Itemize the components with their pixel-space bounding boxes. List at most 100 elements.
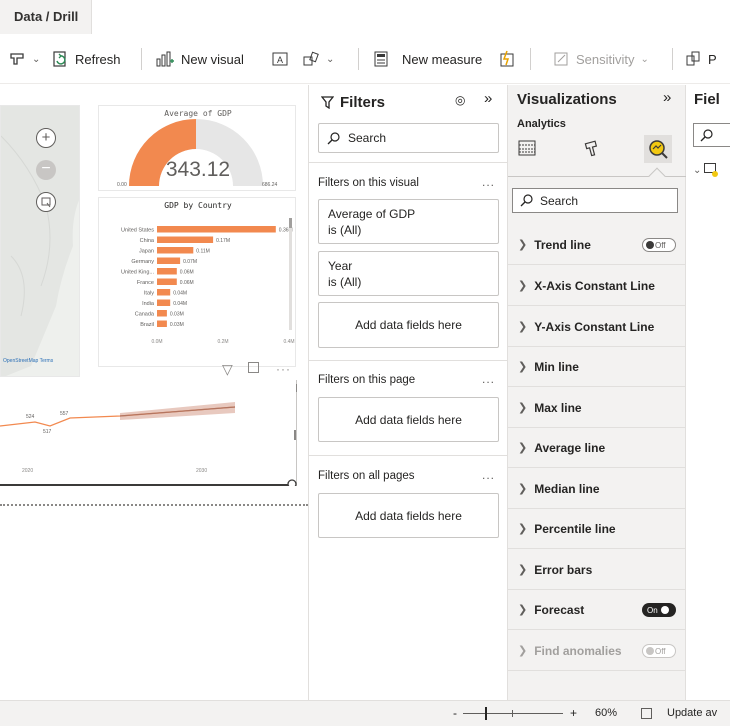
filters-on-page-label: Filters on this page [318, 374, 416, 386]
filter-visual-icon[interactable]: ▽ [222, 361, 233, 378]
format-visual-icon[interactable] [583, 139, 603, 159]
update-available-link[interactable]: Update av [667, 707, 717, 719]
chevron-right-icon: ❯ [518, 402, 528, 414]
average-line-row[interactable]: ❯ Average line [508, 428, 686, 468]
bar[interactable] [157, 289, 171, 296]
zoom-out-button[interactable]: − [36, 160, 56, 180]
add-fields-all-dropzone[interactable]: Add data fields here [318, 493, 499, 538]
fit-to-page-icon[interactable] [641, 708, 652, 719]
tab-bar: Data / Drill [0, 0, 730, 34]
bar-chart-visual[interactable]: GDP by Country United States 0.36M China 0.… [98, 197, 296, 367]
canvas-divider [0, 504, 308, 506]
refresh-icon [53, 51, 66, 67]
analytics-magnifier-icon [649, 140, 668, 159]
filters-search-input[interactable]: Search [318, 123, 499, 153]
refresh-button[interactable]: Refresh [51, 46, 121, 72]
filter-card-year[interactable]: Year is (All) [318, 251, 499, 296]
bar[interactable] [157, 278, 177, 286]
bar[interactable] [157, 257, 181, 265]
add-fields-label: Add data fields here [355, 508, 462, 523]
bar[interactable] [157, 310, 167, 317]
map-visual[interactable]: + − OpenStreetMap Terms [0, 105, 80, 377]
find-anomalies-toggle[interactable]: Off [642, 644, 676, 658]
more-options-icon[interactable]: ... [482, 175, 495, 189]
publish-label: P [708, 51, 717, 67]
bar[interactable] [157, 226, 276, 233]
bar[interactable] [157, 268, 177, 275]
add-fields-visual-dropzone[interactable]: Add data fields here [318, 302, 499, 348]
more-options-icon[interactable]: ... [482, 372, 495, 386]
forecast-row[interactable]: ❯ Forecast On [508, 590, 686, 630]
chevron-right-icon: ❯ [518, 483, 528, 495]
new-visual-icon [156, 51, 174, 67]
gauge-visual[interactable]: Average of GDP 343.12 0.00 686.24 [98, 105, 296, 191]
chevron-right-icon: ❯ [518, 604, 528, 616]
calculator-icon [374, 51, 388, 67]
chevron-down-icon: ⌄ [640, 53, 649, 65]
publish-button[interactable]: P [684, 46, 717, 72]
focus-mode-icon[interactable] [248, 362, 259, 373]
x-axis-constant-line-row[interactable]: ❯ X-Axis Constant Line [508, 266, 686, 306]
max-line-row[interactable]: ❯ Max line [508, 388, 686, 428]
quick-measure-button[interactable] [498, 46, 516, 72]
analytics-tab[interactable] [644, 135, 672, 163]
select-region-button[interactable] [36, 192, 56, 212]
x-tick-label: 0.4M [283, 339, 294, 345]
more-options-icon[interactable]: ··· [276, 362, 291, 376]
collapse-filters-icon[interactable]: » [484, 90, 492, 107]
zoom-slider-thumb[interactable] [485, 707, 487, 720]
forecast-toggle[interactable]: On [642, 603, 676, 617]
bar[interactable] [157, 247, 194, 254]
text-box-icon: A [272, 52, 288, 66]
add-fields-page-dropzone[interactable]: Add data fields here [318, 397, 499, 442]
analytics-search-input[interactable]: Search [512, 188, 678, 213]
filter-card-average-gdp[interactable]: Average of GDP is (All) [318, 199, 499, 244]
map-attribution[interactable]: OpenStreetMap Terms [3, 358, 53, 364]
shapes-dropdown[interactable]: ⌄ [302, 46, 334, 72]
error-bars-row[interactable]: ❯ Error bars [508, 550, 686, 590]
sensitivity-dropdown[interactable]: Sensitivity ⌄ [552, 46, 649, 72]
add-fields-label: Add data fields here [355, 318, 462, 332]
bar-data-label: 0.03M [170, 312, 184, 318]
min-line-row[interactable]: ❯ Min line [508, 347, 686, 387]
bar[interactable] [157, 299, 171, 307]
line-chart-visual[interactable]: 524 557 517 2020 2030 [0, 380, 297, 486]
new-measure-button[interactable]: New measure [372, 46, 482, 72]
zoom-in-button[interactable]: + [570, 706, 577, 720]
tab-data-drill[interactable]: Data / Drill [0, 0, 92, 34]
fields-title: Fiel [694, 91, 720, 108]
scrollbar-thumb[interactable] [289, 218, 292, 228]
chevron-right-icon: ❯ [518, 442, 528, 454]
median-line-row[interactable]: ❯ Median line [508, 469, 686, 509]
row-label: X-Axis Constant Line [534, 278, 655, 293]
trend-line-row[interactable]: ❯ Trend line Off [508, 225, 686, 265]
filter-icon [321, 96, 334, 109]
scrollbar[interactable] [289, 218, 292, 330]
zoom-out-button[interactable]: - [453, 706, 457, 720]
eye-icon[interactable]: ◎ [455, 93, 465, 107]
x-tick-label: 0.0M [151, 339, 162, 345]
sensitivity-label: Sensitivity [576, 51, 635, 67]
text-box-button[interactable]: A [271, 46, 289, 72]
zoom-in-button[interactable]: + [36, 128, 56, 148]
build-visual-icon[interactable] [518, 139, 536, 157]
search-icon [327, 131, 340, 144]
new-visual-button[interactable]: New visual [155, 46, 244, 72]
zoom-slider-track[interactable] [463, 713, 563, 714]
fields-search-input[interactable] [693, 123, 730, 147]
format-painter-dropdown[interactable]: ⌄ [8, 46, 40, 72]
bar[interactable] [157, 236, 214, 244]
bar-category-label: France [137, 280, 154, 286]
zoom-level: 60% [595, 707, 618, 719]
bar[interactable] [157, 320, 167, 328]
filters-pane: Filters ◎ » Search Filters on this visua… [308, 85, 508, 700]
bar-category-label: Japan [139, 249, 154, 255]
trend-line-toggle[interactable]: Off [642, 238, 676, 252]
percentile-line-row[interactable]: ❯ Percentile line [508, 509, 686, 549]
y-axis-constant-line-row[interactable]: ❯ Y-Axis Constant Line [508, 307, 686, 347]
collapse-visualizations-icon[interactable]: » [663, 89, 671, 106]
chevron-down-icon[interactable]: ⌄ [693, 165, 701, 176]
find-anomalies-row[interactable]: ❯ Find anomalies Off [508, 631, 686, 671]
more-options-icon[interactable]: ... [482, 468, 495, 482]
row-label: Median line [534, 481, 600, 496]
